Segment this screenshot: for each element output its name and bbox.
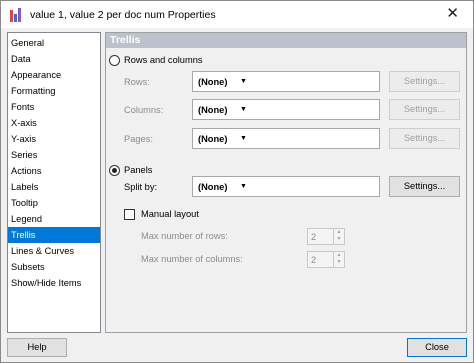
sidebar-item-y-axis[interactable]: Y-axis bbox=[8, 131, 100, 147]
pages-settings-button[interactable]: Settings... bbox=[389, 128, 460, 149]
sidebar-item-show-hide-items[interactable]: Show/Hide Items bbox=[8, 275, 100, 291]
sidebar-item-series[interactable]: Series bbox=[8, 147, 100, 163]
pages-dropdown[interactable]: (None) ▼ bbox=[192, 128, 380, 149]
rows-columns-label: Rows and columns bbox=[124, 55, 203, 65]
rows-dropdown[interactable]: (None) ▼ bbox=[192, 71, 380, 92]
panel-header: Trellis bbox=[106, 33, 466, 48]
spin-arrows-icon[interactable]: ▲ ▼ bbox=[333, 252, 344, 267]
sidebar-item-legend[interactable]: Legend bbox=[8, 211, 100, 227]
panels-radio[interactable] bbox=[109, 165, 120, 176]
sidebar-item-labels[interactable]: Labels bbox=[8, 179, 100, 195]
sidebar-item-appearance[interactable]: Appearance bbox=[8, 67, 100, 83]
manual-layout-checkbox[interactable] bbox=[124, 209, 135, 220]
max-columns-label: Max number of columns: bbox=[141, 254, 243, 264]
sidebar-item-tooltip[interactable]: Tooltip bbox=[8, 195, 100, 211]
columns-dropdown[interactable]: (None) ▼ bbox=[192, 99, 380, 120]
sidebar-item-lines-curves[interactable]: Lines & Curves bbox=[8, 243, 100, 259]
sidebar-item-data[interactable]: Data bbox=[8, 51, 100, 67]
spin-arrows-icon[interactable]: ▲ ▼ bbox=[333, 229, 344, 244]
help-button[interactable]: Help bbox=[7, 338, 67, 357]
pages-label: Pages: bbox=[124, 134, 153, 144]
split-by-label: Split by: bbox=[124, 182, 158, 192]
columns-settings-button[interactable]: Settings... bbox=[389, 99, 460, 120]
sidebar-item-trellis[interactable]: Trellis bbox=[8, 227, 100, 243]
window-title: value 1, value 2 per doc num Properties bbox=[30, 8, 216, 21]
sidebar-item-subsets[interactable]: Subsets bbox=[8, 259, 100, 275]
chevron-down-icon: ▼ bbox=[240, 183, 247, 190]
max-rows-stepper[interactable]: 2 ▲ ▼ bbox=[307, 228, 345, 245]
rows-columns-radio[interactable] bbox=[109, 55, 120, 66]
split-by-settings-button[interactable]: Settings... bbox=[389, 176, 460, 197]
sidebar-item-actions[interactable]: Actions bbox=[8, 163, 100, 179]
rows-settings-button[interactable]: Settings... bbox=[389, 71, 460, 92]
sidebar-item-general[interactable]: General bbox=[8, 35, 100, 51]
window-close-icon[interactable]: ✕ bbox=[446, 6, 459, 22]
sidebar-item-formatting[interactable]: Formatting bbox=[8, 83, 100, 99]
category-list[interactable]: General Data Appearance Formatting Fonts… bbox=[7, 32, 101, 333]
max-columns-stepper[interactable]: 2 ▲ ▼ bbox=[307, 251, 345, 268]
chevron-down-icon: ▼ bbox=[240, 135, 247, 142]
trellis-panel: Trellis Rows and columns Rows: (None) ▼ … bbox=[105, 32, 467, 333]
close-button[interactable]: Close bbox=[407, 338, 467, 357]
panels-label: Panels bbox=[124, 165, 153, 175]
properties-dialog: value 1, value 2 per doc num Properties … bbox=[0, 0, 474, 363]
columns-label: Columns: bbox=[124, 105, 164, 115]
max-rows-label: Max number of rows: bbox=[141, 231, 228, 241]
sidebar-item-x-axis[interactable]: X-axis bbox=[8, 115, 100, 131]
split-by-dropdown[interactable]: (None) ▼ bbox=[192, 176, 380, 197]
chevron-down-icon: ▼ bbox=[240, 78, 247, 85]
chart-app-icon bbox=[10, 7, 24, 22]
manual-layout-label: Manual layout bbox=[141, 209, 199, 219]
chevron-down-icon: ▼ bbox=[240, 106, 247, 113]
rows-label: Rows: bbox=[124, 77, 150, 87]
sidebar-item-fonts[interactable]: Fonts bbox=[8, 99, 100, 115]
title-bar: value 1, value 2 per doc num Properties … bbox=[1, 1, 473, 28]
